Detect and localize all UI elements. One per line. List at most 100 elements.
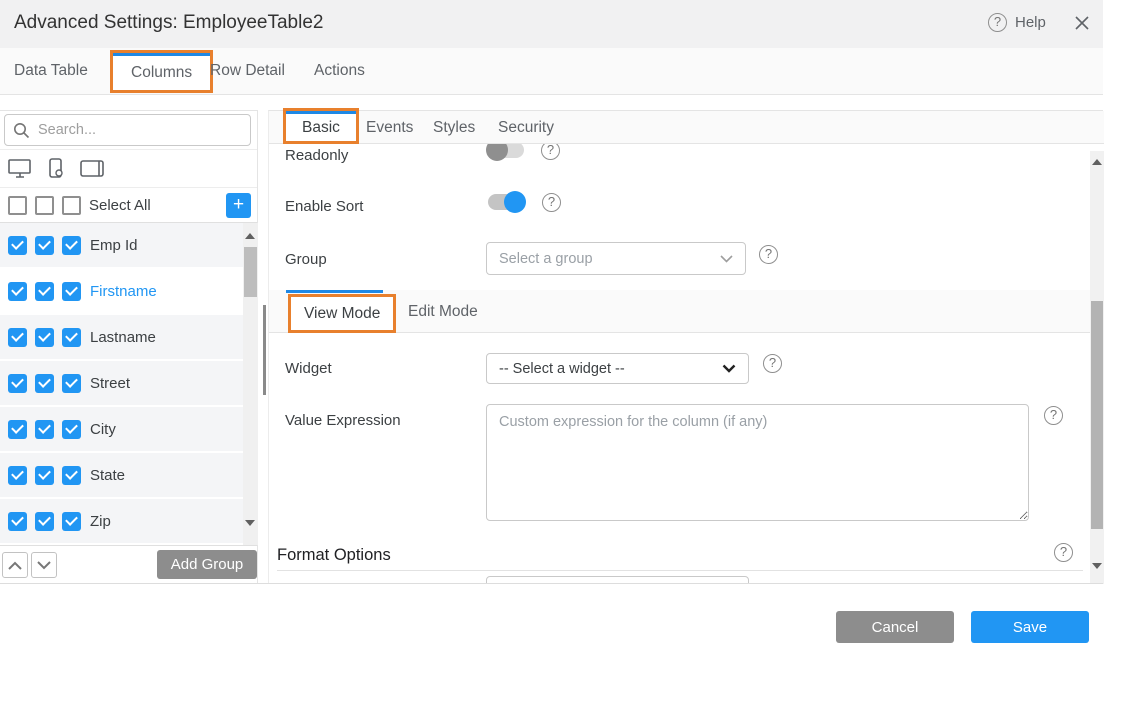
format-options-help-icon[interactable] (1054, 543, 1073, 562)
move-down-button[interactable] (31, 552, 57, 578)
tab-styles[interactable]: Styles (433, 111, 475, 144)
widget-select-value: -- Select a widget -- (499, 361, 722, 377)
cancel-button[interactable]: Cancel (836, 611, 954, 643)
mode-tab-bar: View Mode Edit Mode (269, 290, 1090, 333)
settings-tab-bar: Basic Events Styles Security (269, 111, 1104, 144)
add-column-button[interactable]: + (226, 193, 251, 218)
readonly-help-icon[interactable] (541, 144, 560, 160)
move-up-button[interactable] (2, 552, 28, 578)
checkbox-tablet[interactable] (62, 512, 81, 531)
search-icon (13, 122, 30, 139)
columns-sidebar: Select All + Emp Id Firstname Lastname S… (0, 110, 258, 583)
value-expression-help-icon[interactable] (1044, 406, 1063, 425)
checkbox-tablet[interactable] (62, 282, 81, 301)
mobile-icon[interactable] (46, 158, 66, 179)
checkbox-mobile[interactable] (35, 282, 54, 301)
group-label: Group (285, 251, 327, 268)
sidebar-resize-handle[interactable] (263, 305, 266, 395)
group-select[interactable]: Select a group (486, 242, 746, 275)
column-row-state[interactable]: State (0, 453, 243, 499)
section-divider (277, 570, 1083, 571)
tab-data-table[interactable]: Data Table (14, 48, 88, 94)
checkbox-tablet[interactable] (62, 236, 81, 255)
checkbox-mobile[interactable] (35, 374, 54, 393)
checkbox-desktop[interactable] (8, 236, 27, 255)
tab-edit-mode[interactable]: Edit Mode (408, 290, 478, 333)
scroll-down-icon[interactable] (245, 520, 255, 526)
device-toggle-row (0, 149, 257, 188)
column-row-street[interactable]: Street (0, 361, 243, 407)
widget-select[interactable]: -- Select a widget -- (486, 353, 749, 384)
enable-sort-toggle[interactable] (486, 191, 526, 213)
column-row-zip[interactable]: Zip (0, 499, 243, 545)
tab-events[interactable]: Events (366, 111, 413, 144)
scrollbar-thumb[interactable] (1091, 301, 1103, 529)
help-button[interactable]: Help (988, 13, 1046, 32)
help-icon (988, 13, 1007, 32)
tab-view-mode[interactable]: View Mode (291, 297, 393, 330)
widget-help-icon[interactable] (763, 354, 782, 373)
scroll-down-icon[interactable] (1092, 563, 1102, 569)
tab-basic[interactable]: Basic (286, 111, 356, 141)
search-box (4, 114, 251, 146)
panel-scrollbar[interactable] (1090, 151, 1104, 584)
checkbox-desktop[interactable] (8, 328, 27, 347)
column-row-emp-id[interactable]: Emp Id (0, 223, 243, 269)
column-list: Emp Id Firstname Lastname Street City St… (0, 223, 243, 545)
widget-label: Widget (285, 360, 332, 377)
select-all-label: Select All (89, 197, 151, 214)
checkbox-mobile[interactable] (35, 236, 54, 255)
checkbox-tablet[interactable] (62, 374, 81, 393)
search-input[interactable] (38, 122, 242, 138)
tab-security[interactable]: Security (498, 111, 554, 144)
column-label: Zip (90, 513, 111, 530)
readonly-label: Readonly (285, 147, 348, 164)
value-expression-input[interactable] (486, 404, 1029, 521)
select-all-checkbox-desktop[interactable] (8, 196, 27, 215)
chevron-down-icon (722, 364, 736, 373)
scroll-up-icon[interactable] (245, 233, 255, 239)
tab-row-detail[interactable]: Row Detail (210, 48, 285, 94)
column-label: Street (90, 375, 130, 392)
sidebar-list-scrollbar[interactable] (243, 223, 258, 545)
tab-actions[interactable]: Actions (314, 48, 365, 94)
checkbox-tablet[interactable] (62, 420, 81, 439)
checkbox-desktop[interactable] (8, 374, 27, 393)
readonly-toggle[interactable] (486, 144, 526, 161)
chevron-down-icon (720, 255, 733, 263)
select-all-checkbox-mobile[interactable] (35, 196, 54, 215)
checkbox-mobile[interactable] (35, 420, 54, 439)
checkbox-mobile[interactable] (35, 512, 54, 531)
checkbox-tablet[interactable] (62, 328, 81, 347)
add-group-button[interactable]: Add Group (157, 550, 257, 579)
save-button[interactable]: Save (971, 611, 1089, 643)
checkbox-mobile[interactable] (35, 466, 54, 485)
checkbox-desktop[interactable] (8, 282, 27, 301)
group-help-icon[interactable] (759, 245, 778, 264)
toggle-knob (486, 144, 508, 161)
enable-sort-label: Enable Sort (285, 198, 363, 215)
column-row-firstname[interactable]: Firstname (0, 269, 243, 315)
checkbox-mobile[interactable] (35, 328, 54, 347)
tablet-icon[interactable] (80, 159, 105, 178)
tab-columns[interactable]: Columns (113, 53, 210, 90)
checkbox-desktop[interactable] (8, 420, 27, 439)
checkbox-desktop[interactable] (8, 466, 27, 485)
scrollbar-thumb[interactable] (244, 247, 257, 297)
checkbox-tablet[interactable] (62, 466, 81, 485)
help-label: Help (1015, 14, 1046, 31)
close-icon[interactable] (1072, 13, 1092, 33)
column-row-lastname[interactable]: Lastname (0, 315, 243, 361)
select-all-checkbox-tablet[interactable] (62, 196, 81, 215)
format-options-heading: Format Options (277, 546, 391, 565)
enable-sort-help-icon[interactable] (542, 193, 561, 212)
main-tab-bar: Data Table Columns Row Detail Actions (0, 48, 1103, 95)
select-all-row: Select All + (0, 189, 257, 223)
desktop-icon[interactable] (8, 158, 32, 179)
column-row-city[interactable]: City (0, 407, 243, 453)
value-expression-label: Value Expression (285, 412, 401, 429)
scroll-up-icon[interactable] (1092, 159, 1102, 165)
dialog-header: Advanced Settings: EmployeeTable2 Help (0, 0, 1103, 48)
active-tab-indicator (286, 290, 383, 293)
checkbox-desktop[interactable] (8, 512, 27, 531)
